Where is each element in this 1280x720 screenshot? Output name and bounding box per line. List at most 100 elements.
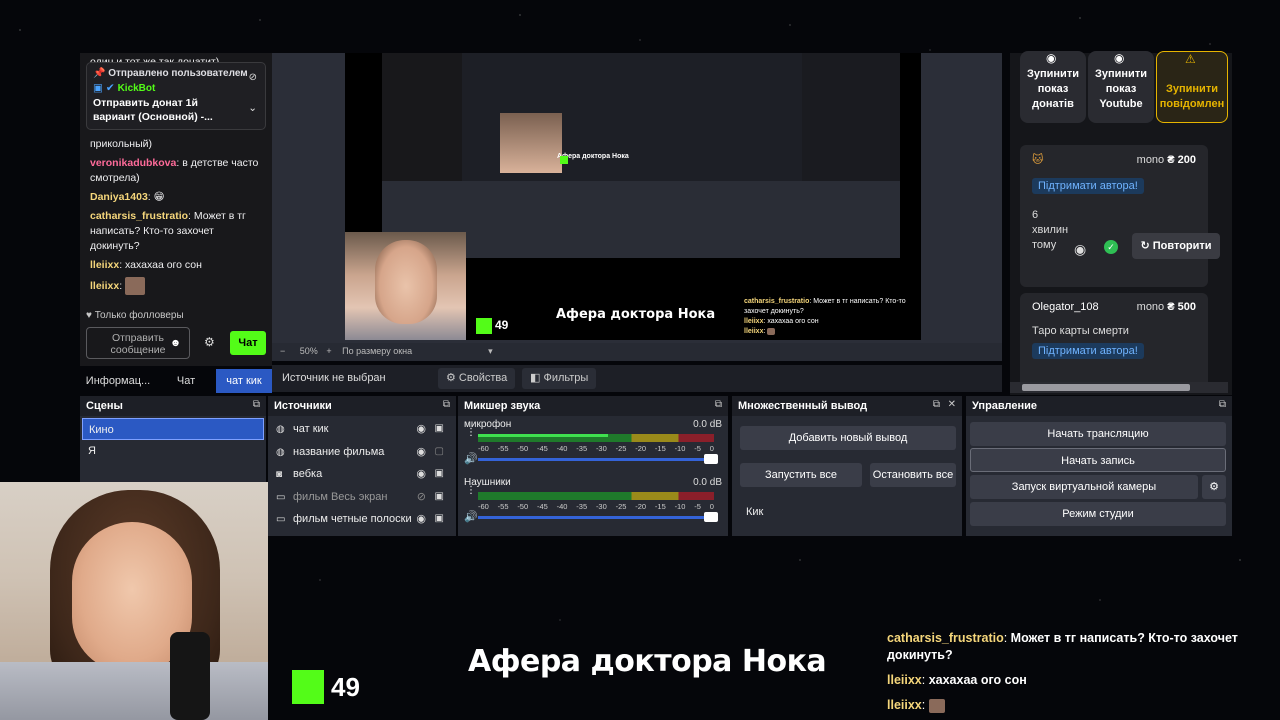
source-item[interactable]: ◙ вебка ◉ ▣ xyxy=(268,463,456,486)
scrollbar-thumb[interactable] xyxy=(1022,384,1190,391)
scenes-header: Сцены ⧉ xyxy=(80,396,266,416)
undock-icon[interactable]: ⧉ xyxy=(443,399,450,410)
start-recording-button[interactable]: Начать запись xyxy=(970,448,1226,472)
pinned-author: ▣ ✔ KickBot xyxy=(93,82,156,94)
add-output-button[interactable]: Добавить новый вывод xyxy=(740,426,956,450)
meter-tick-label: -5 xyxy=(694,502,701,511)
lock-icon[interactable]: ▣ xyxy=(435,418,444,440)
warning-icon: ⚠ xyxy=(1185,52,1196,66)
eye-icon[interactable]: ◉ xyxy=(1074,241,1086,258)
meter-tick-label: -50 xyxy=(517,444,529,453)
start-virtual-camera-button[interactable]: Запуск виртуальной камеры xyxy=(970,475,1198,499)
source-toolbar: Источник не выбран ⚙ Свойства ◧ Фильтры xyxy=(272,365,1002,392)
hidden-eye-icon[interactable]: ⊘ xyxy=(417,486,426,508)
scene-item[interactable]: Я xyxy=(82,440,264,462)
virtual-camera-settings-gear-icon[interactable]: ⚙ xyxy=(1202,475,1226,499)
source-item[interactable]: ◍ название фильма ◉ ▢ xyxy=(268,441,456,464)
donation-amount: mono ₴ 500 xyxy=(1136,301,1196,313)
undock-icon[interactable]: ⧉ xyxy=(715,399,722,410)
visibility-eye-icon[interactable]: ◉ xyxy=(416,441,426,463)
meter-tick-label: -45 xyxy=(536,444,548,453)
volume-slider-knob[interactable] xyxy=(704,512,718,522)
visibility-eye-icon[interactable]: ◉ xyxy=(416,508,426,530)
filters-button[interactable]: ◧ Фильтры xyxy=(522,368,597,389)
unlock-icon[interactable]: ▢ xyxy=(435,441,444,463)
pin-icon: 📌 xyxy=(93,68,109,79)
lock-icon[interactable]: ▣ xyxy=(435,463,444,485)
repeat-button[interactable]: ↻ Повторити xyxy=(1132,233,1220,259)
properties-button[interactable]: ⚙ Свойства xyxy=(438,368,516,389)
speaker-icon[interactable]: 🔊 xyxy=(464,452,478,465)
zoom-out-icon[interactable]: − xyxy=(280,346,285,356)
chat-send-button[interactable]: Чат xyxy=(230,331,266,355)
zoom-level[interactable]: 50% xyxy=(300,346,318,356)
meter-tick-label: -30 xyxy=(595,502,607,511)
output-target-label: Кик xyxy=(746,506,764,518)
chat-username[interactable]: veronikadubkova xyxy=(90,157,176,169)
tab-info[interactable]: Информац... xyxy=(80,369,156,393)
stop-youtube-button[interactable]: ◉ Зупинити показ Youtube xyxy=(1088,51,1154,123)
unpin-icon[interactable]: ⊘ xyxy=(249,71,257,85)
meter-tick-label: -30 xyxy=(595,444,607,453)
channel-menu-icon[interactable]: ⋮ xyxy=(466,428,476,438)
visibility-eye-icon[interactable]: ◉ xyxy=(416,418,426,440)
donation-card: 🐱 mono ₴ 200 Підтримати автора! 6 хвилин… xyxy=(1020,145,1220,287)
kick-logo-icon xyxy=(476,318,492,334)
scene-item[interactable]: Кино xyxy=(82,418,264,440)
window-icon: ▭ xyxy=(276,514,286,525)
tab-chat[interactable]: Чат xyxy=(156,369,216,393)
lock-icon[interactable]: ▣ xyxy=(435,486,444,508)
filter-icon: ◧ xyxy=(530,372,544,384)
emoji-icon[interactable]: ☻ xyxy=(170,337,181,349)
stop-donations-button[interactable]: ◉ Зупинити показ донатів xyxy=(1020,51,1086,123)
stop-all-button[interactable]: Остановить все xyxy=(870,463,956,487)
meter-tick-label: -55 xyxy=(497,444,509,453)
start-all-button[interactable]: Запустить все xyxy=(740,463,862,487)
chat-message: catharsis_frustratio: Может в тг написат… xyxy=(90,210,246,252)
undock-icon[interactable]: ⧉ xyxy=(1219,399,1226,410)
channel-menu-icon[interactable]: ⋮ xyxy=(466,486,476,496)
fit-mode-select[interactable]: По размеру окна ▾ xyxy=(342,346,493,356)
undock-icon[interactable]: ⧉ xyxy=(933,399,940,410)
chat-username[interactable]: lleiixx xyxy=(90,280,119,292)
speaker-icon[interactable]: 🔊 xyxy=(464,510,478,523)
meter-tick-label: -25 xyxy=(615,502,627,511)
studio-mode-button[interactable]: Режим студии xyxy=(970,502,1226,526)
pinned-text: Отправить донат 1й вариант (Основной) -.… xyxy=(93,97,213,123)
close-icon[interactable]: ✕ xyxy=(948,399,956,410)
chat-username[interactable]: catharsis_frustratio xyxy=(90,210,188,222)
emote-image xyxy=(928,698,945,713)
channel-db: 0.0 dB xyxy=(693,477,722,488)
stop-messages-button[interactable]: ⚠ Зупинити повідомлен xyxy=(1156,51,1228,123)
controls-dock: Управление ⧉ Начать трансляцию Начать зап… xyxy=(966,396,1232,536)
chat-message-input[interactable]: Отправить сообщение ☻ xyxy=(86,327,190,359)
chat-message: Daniya1403: 😁 xyxy=(90,191,165,203)
sources-header: Источники ⧉ xyxy=(268,396,456,416)
source-item[interactable]: ▭ фильм Весь экран ⊘ ▣ xyxy=(268,486,456,509)
webcam-feed xyxy=(0,482,268,720)
pinned-message[interactable]: 📌 Отправлено пользователем ▣ ✔ KickBot О… xyxy=(86,62,266,130)
visibility-eye-icon[interactable]: ◉ xyxy=(416,463,426,485)
chat-username[interactable]: lleiixx xyxy=(90,259,119,271)
volume-slider[interactable] xyxy=(478,516,714,519)
tab-kick-chat[interactable]: чат кик xyxy=(216,369,272,393)
volume-slider-knob[interactable] xyxy=(704,454,718,464)
kick-logo-icon xyxy=(292,670,324,704)
controls-header: Управление ⧉ xyxy=(966,396,1232,416)
start-streaming-button[interactable]: Начать трансляцию xyxy=(970,422,1226,446)
dock-tabs: Информац... Чат чат кик xyxy=(80,369,272,393)
zoom-in-icon[interactable]: + xyxy=(326,346,331,356)
support-author-link[interactable]: Підтримати автора! xyxy=(1032,343,1144,359)
chat-message: lleiixx: xyxy=(90,277,262,295)
support-author-link[interactable]: Підтримати автора! xyxy=(1032,178,1144,194)
check-icon[interactable]: ✓ xyxy=(1104,240,1118,254)
meter-tick-label: -25 xyxy=(615,444,627,453)
chat-username[interactable]: Daniya1403 xyxy=(90,191,148,203)
lock-icon[interactable]: ▣ xyxy=(435,508,444,530)
source-item[interactable]: ◍ чат кик ◉ ▣ xyxy=(268,418,456,441)
volume-slider[interactable] xyxy=(478,458,714,461)
source-item[interactable]: ▭ фильм четные полоски ◉ ▣ xyxy=(268,508,456,531)
chat-settings-gear-icon[interactable]: ⚙ xyxy=(204,335,218,349)
undock-icon[interactable]: ⧉ xyxy=(253,399,260,410)
chevron-down-icon[interactable]: ⌄ xyxy=(248,101,257,115)
